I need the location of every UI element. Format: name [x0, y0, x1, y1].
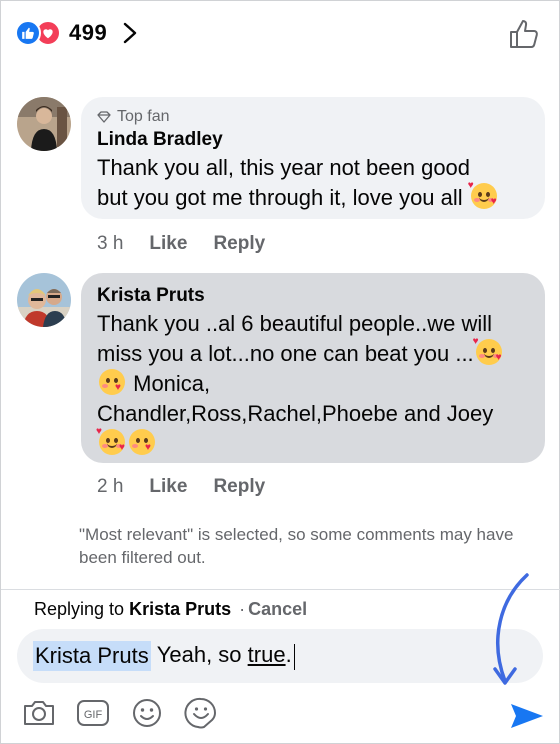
like-post-button[interactable] — [507, 17, 541, 51]
comment-text: Thank you ..al 6 beautiful people..we wi… — [96, 309, 529, 459]
comments-panel: 499 Top fan Linda Bradley Thank you all,… — [0, 0, 560, 744]
comment-actions: 2 h Like Reply — [97, 476, 265, 498]
sticker-button[interactable] — [183, 695, 219, 731]
face-blowing-kiss-emoji-icon: ♥ — [129, 429, 155, 455]
replying-to-bar: Replying to Krista Pruts · Cancel — [34, 599, 307, 620]
mention-tag: Krista Pruts — [33, 641, 151, 671]
comment-text: Thank you all, this year not been good b… — [97, 153, 529, 213]
avatar[interactable] — [17, 273, 71, 327]
separator: · — [239, 599, 246, 619]
comment-time: 3 h — [97, 233, 124, 254]
reaction-count: 499 — [69, 20, 108, 45]
gif-button[interactable]: GIF — [75, 695, 111, 731]
send-button[interactable] — [509, 701, 545, 731]
comment-actions: 3 h Like Reply — [97, 233, 265, 255]
top-fan-badge: Top fan — [97, 107, 529, 127]
comment-line: Chandler,Ross,Rachel,Phoebe and Joey — [97, 401, 494, 426]
reply-button[interactable]: Reply — [213, 233, 265, 255]
comment-bubble-highlighted[interactable]: Krista Pruts Thank you ..al 6 beautiful … — [81, 273, 545, 463]
gif-icon: GIF — [77, 700, 109, 726]
diamond-icon — [97, 111, 111, 123]
chevron-right-icon[interactable] — [123, 22, 137, 44]
avatar[interactable] — [17, 97, 71, 151]
reactions-summary[interactable]: 499 — [15, 15, 137, 51]
text-caret — [293, 643, 296, 670]
send-icon — [511, 704, 543, 728]
like-button[interactable]: Like — [149, 233, 187, 255]
face-blowing-kiss-emoji-icon: ♥ — [99, 369, 125, 395]
badge-label: Top fan — [117, 108, 170, 125]
like-button[interactable]: Like — [149, 476, 187, 498]
camera-icon — [24, 701, 54, 725]
comment-line: miss you a lot...no one can beat you ... — [97, 341, 474, 366]
comment-line: but you got me through it, love you all — [97, 185, 463, 210]
replying-name: Krista Pruts — [129, 599, 232, 619]
typed-text: Yeah, so true. — [156, 642, 296, 670]
typed-text-underlined: true — [247, 642, 286, 668]
typed-text-part: . — [285, 642, 292, 668]
comment-input[interactable]: Krista Pruts Yeah, so true. — [17, 629, 543, 683]
annotation-arrow-icon — [493, 573, 529, 685]
smiling-face-with-hearts-emoji-icon: ♥ ♥ — [96, 426, 125, 455]
sticker-icon — [184, 697, 216, 729]
smiling-face-with-hearts-emoji-icon: ♥ ♥ — [467, 180, 497, 209]
comment-author[interactable]: Linda Bradley — [97, 127, 529, 153]
smiling-face-with-hearts-emoji-icon: ♥ ♥ — [472, 336, 502, 365]
comment-bubble[interactable]: Top fan Linda Bradley Thank you all, thi… — [81, 97, 545, 219]
emoji-button[interactable] — [129, 695, 165, 731]
replying-prefix: Replying to — [34, 599, 125, 619]
thumbs-up-icon — [510, 20, 538, 48]
cancel-reply-button[interactable]: Cancel — [248, 599, 307, 619]
reply-button[interactable]: Reply — [213, 476, 265, 498]
typed-text-part: Yeah, so — [156, 642, 248, 668]
comment-author[interactable]: Krista Pruts — [97, 283, 529, 309]
emoji-icon — [133, 699, 161, 727]
like-reaction-icon — [15, 20, 41, 46]
comment-line: Thank you all, this year not been good — [97, 155, 471, 180]
gif-label: GIF — [84, 709, 103, 721]
camera-button[interactable] — [21, 695, 57, 731]
comment-line: Monica, — [127, 371, 211, 396]
comment-line: Thank you ..al 6 beautiful people..we wi… — [97, 311, 493, 336]
comment-time: 2 h — [97, 476, 124, 497]
filter-notice: "Most relevant" is selected, so some com… — [79, 525, 514, 567]
